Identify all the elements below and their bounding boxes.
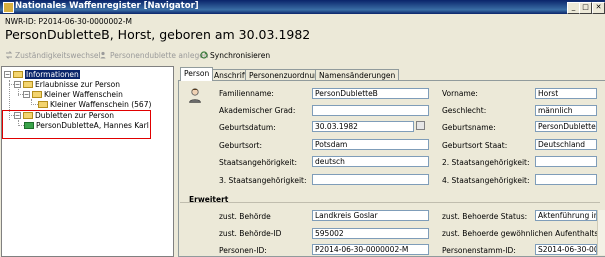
- folder-icon: [23, 81, 33, 88]
- tree-item-label: Informationen: [25, 70, 80, 79]
- label-geschlecht: Geschlecht:: [442, 106, 487, 115]
- label-vorname: Vorname:: [442, 89, 478, 98]
- tree-item-kleiner-waffenschein-567[interactable]: Kleiner Waffenschein (567): [38, 100, 151, 109]
- close-button[interactable]: ✕: [592, 2, 605, 14]
- zust-behoerde-id-field[interactable]: 595002: [312, 228, 429, 239]
- tree-item-label: Kleiner Waffenschein: [44, 90, 123, 99]
- label-staatsangehoerigkeit: Staatsangehörigkeit:: [219, 158, 297, 167]
- zust-behoerde-field[interactable]: Landkreis Goslar: [312, 210, 429, 221]
- tab-person[interactable]: Person: [180, 67, 214, 81]
- geburtsort-staat-field[interactable]: Deutschland: [535, 139, 597, 150]
- staatsangehoerigkeit-field[interactable]: deutsch: [312, 156, 429, 167]
- section-divider: [180, 202, 600, 203]
- label-geburtsort-staat: Geburtsort Staat:: [442, 141, 508, 150]
- personenstamm-id-field[interactable]: S2014-06-30-000: [535, 244, 597, 255]
- nwr-id: NWR-ID: P2014-06-30-0000002-M: [5, 17, 132, 26]
- toolbar-label: Synchronisieren: [210, 50, 271, 60]
- label-3-staatsangehoerigkeit: 3. Staatsangehörigkeit:: [219, 176, 307, 185]
- geburtsdatum-field[interactable]: 30.03.1982: [312, 121, 414, 132]
- tree-connector: [31, 104, 38, 105]
- maximize-button[interactable]: □: [579, 2, 592, 14]
- tree-item-informationen[interactable]: − Informationen: [4, 70, 80, 79]
- staatsangehoerigkeit-2-field[interactable]: [535, 156, 597, 167]
- collapse-icon[interactable]: −: [23, 91, 30, 98]
- zustaendigkeitswechsel-button[interactable]: Zuständigkeitswechsel: [5, 49, 101, 61]
- folder-icon: [38, 101, 48, 108]
- label-familienname: Familienname:: [219, 89, 274, 98]
- swap-icon: [5, 51, 13, 59]
- collapse-icon[interactable]: −: [14, 81, 21, 88]
- label-zust-behoerde-id: zust. Behörde-ID: [219, 229, 282, 238]
- label-geburtsname: Geburtsname:: [442, 123, 496, 132]
- synchronisieren-button[interactable]: Synchronisieren: [200, 49, 270, 61]
- staatsangehoerigkeit-4-field[interactable]: [535, 174, 597, 185]
- label-geburtsort: Geburtsort:: [219, 141, 263, 150]
- label-personen-id: Personen-ID:: [219, 246, 267, 255]
- window-title: Nationales Waffenregister [Navigator]: [15, 1, 199, 11]
- vertical-scrollbar[interactable]: [597, 210, 605, 255]
- folder-icon: [13, 71, 23, 78]
- personen-id-field[interactable]: P2014-06-30-0000002-M: [312, 244, 429, 255]
- tree-item-label: Erlaubnisse zur Person: [35, 80, 121, 89]
- geburtsort-field[interactable]: Potsdam: [312, 139, 429, 150]
- label-akademischer-grad: Akademischer Grad:: [219, 106, 296, 115]
- label-zust-behoerde-status: zust. Behoerde Status:: [442, 212, 528, 221]
- zust-behoerde-status-field[interactable]: Aktenführung in E: [535, 210, 597, 221]
- sync-icon: [200, 51, 208, 59]
- tree-item-erlaubnisse[interactable]: − Erlaubnisse zur Person: [14, 80, 120, 89]
- person-avatar-icon: [189, 88, 201, 103]
- label-zust-behoerde-aufenthalt: zust. Behoerde gewöhnlichen Aufenthalts:: [442, 229, 601, 238]
- toolbar-label: Personendublette anlegen: [110, 50, 209, 60]
- familienname-field[interactable]: PersonDubletteB: [312, 88, 429, 99]
- personendublette-anlegen-button[interactable]: Personendublette anlegen: [100, 49, 209, 61]
- collapse-icon[interactable]: −: [4, 71, 11, 78]
- calendar-icon[interactable]: [416, 121, 425, 130]
- toolbar-label: Zuständigkeitswechsel: [15, 50, 101, 60]
- tree-item-label: Kleiner Waffenschein (567): [50, 100, 152, 109]
- vorname-field[interactable]: Horst: [535, 88, 597, 99]
- label-2-staatsangehoerigkeit: 2. Staatsangehörigkeit:: [442, 158, 530, 167]
- tab-namensaenderungen[interactable]: Namensänderungen: [315, 69, 400, 80]
- label-geburtsdatum: Geburtsdatum:: [219, 123, 276, 132]
- geschlecht-field[interactable]: männlich: [535, 105, 597, 116]
- staatsangehoerigkeit-3-field[interactable]: [312, 174, 429, 185]
- label-personenstamm-id: Personenstamm-ID:: [442, 246, 516, 255]
- akademischer-grad-field[interactable]: [312, 105, 429, 116]
- highlight-box: [2, 110, 151, 139]
- folder-icon: [32, 91, 42, 98]
- tree-item-kleiner-waffenschein[interactable]: − Kleiner Waffenschein: [23, 90, 123, 99]
- label-zust-behoerde: zust. Behörde: [219, 212, 271, 221]
- user-add-icon: [100, 51, 106, 59]
- geburtsname-field[interactable]: PersonDubletteB: [535, 121, 597, 132]
- app-icon: [3, 2, 14, 13]
- title-bar[interactable]: Nationales Waffenregister [Navigator] _ …: [0, 0, 605, 14]
- label-4-staatsangehoerigkeit: 4. Staatsangehörigkeit:: [442, 176, 530, 185]
- page-title: PersonDubletteB, Horst, geboren am 30.03…: [5, 27, 311, 42]
